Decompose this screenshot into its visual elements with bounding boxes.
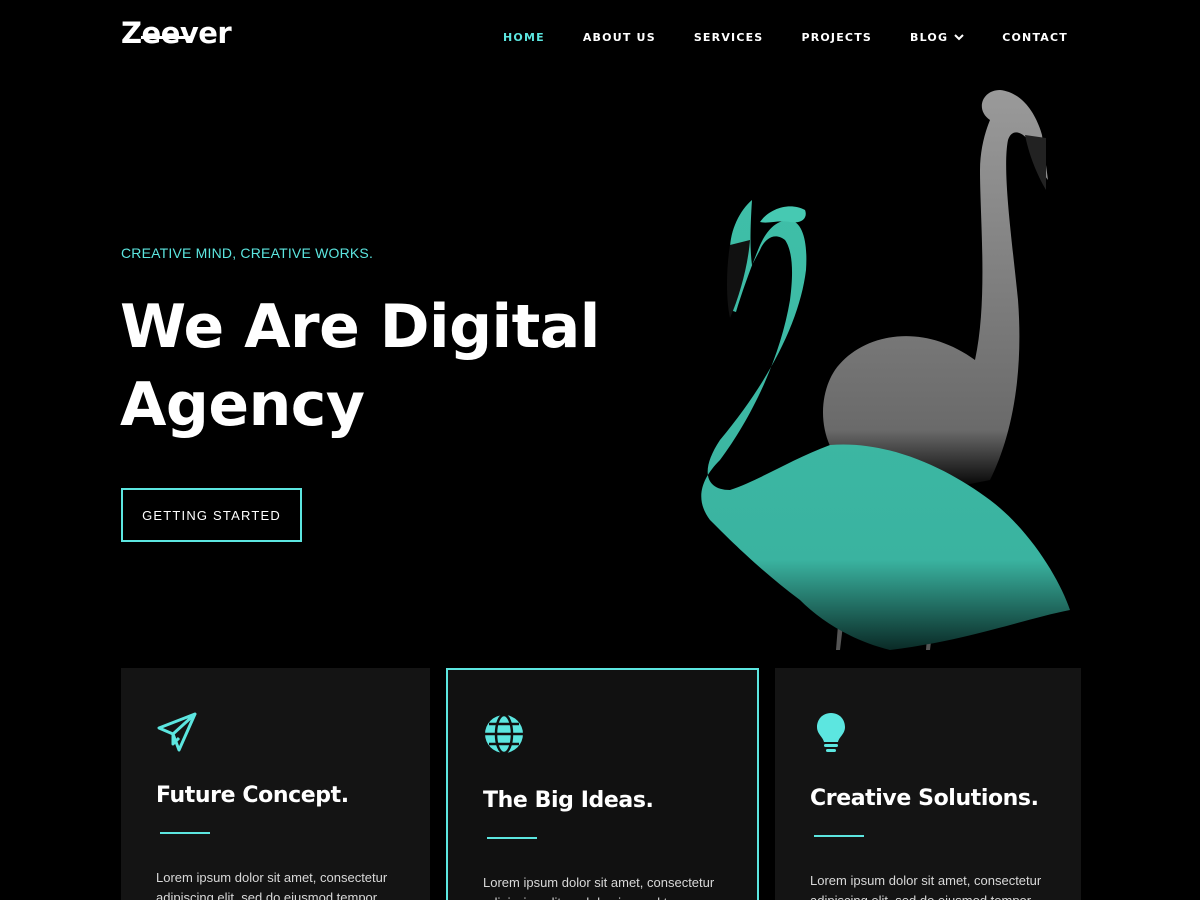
nav-item-projects[interactable]: PROJECTS xyxy=(801,31,872,44)
feature-text: Lorem ipsum dolor sit amet, consectetur … xyxy=(483,875,715,900)
feature-divider xyxy=(814,835,864,837)
nav-item-blog[interactable]: BLOG xyxy=(910,31,964,44)
chevron-down-icon xyxy=(954,34,964,41)
hero-tagline: CREATIVE MIND, CREATIVE WORKS. xyxy=(121,245,374,261)
feature-title: Future Concept. xyxy=(156,783,349,808)
nav-item-contact[interactable]: CONTACT xyxy=(1002,31,1068,44)
nav-item-home[interactable]: HOME xyxy=(503,31,545,44)
paper-plane-icon xyxy=(157,712,197,752)
nav-item-about[interactable]: ABOUT US xyxy=(583,31,656,44)
feature-title: Creative Solutions. xyxy=(810,786,1039,811)
lightbulb-icon xyxy=(817,713,845,752)
feature-divider xyxy=(487,837,537,839)
site-header: Zeever HOME ABOUT US SERVICES PROJECTS B… xyxy=(0,0,1200,75)
feature-card-big-ideas: The Big Ideas. Lorem ipsum dolor sit ame… xyxy=(446,668,759,900)
nav-item-blog-label: BLOG xyxy=(910,31,949,44)
main-nav: HOME ABOUT US SERVICES PROJECTS BLOG CON… xyxy=(503,31,1068,44)
getting-started-button[interactable]: GETTING STARTED xyxy=(121,488,302,542)
site-logo[interactable]: Zeever xyxy=(121,16,232,50)
feature-divider xyxy=(160,832,210,834)
feature-card-future-concept: Future Concept. Lorem ipsum dolor sit am… xyxy=(121,668,430,900)
hero-title: We Are Digital Agency xyxy=(120,292,600,440)
globe-icon xyxy=(485,713,523,755)
logo-strike-mark xyxy=(141,36,193,39)
feature-title: The Big Ideas. xyxy=(483,788,654,813)
feature-text: Lorem ipsum dolor sit amet, consectetur … xyxy=(156,870,388,900)
logo-text: Zeever xyxy=(121,16,232,50)
feature-card-creative-solutions: Creative Solutions. Lorem ipsum dolor si… xyxy=(775,668,1081,900)
feature-text: Lorem ipsum dolor sit amet, consectetur … xyxy=(810,873,1042,900)
flamingo-image xyxy=(701,90,1070,650)
nav-item-services[interactable]: SERVICES xyxy=(694,31,764,44)
